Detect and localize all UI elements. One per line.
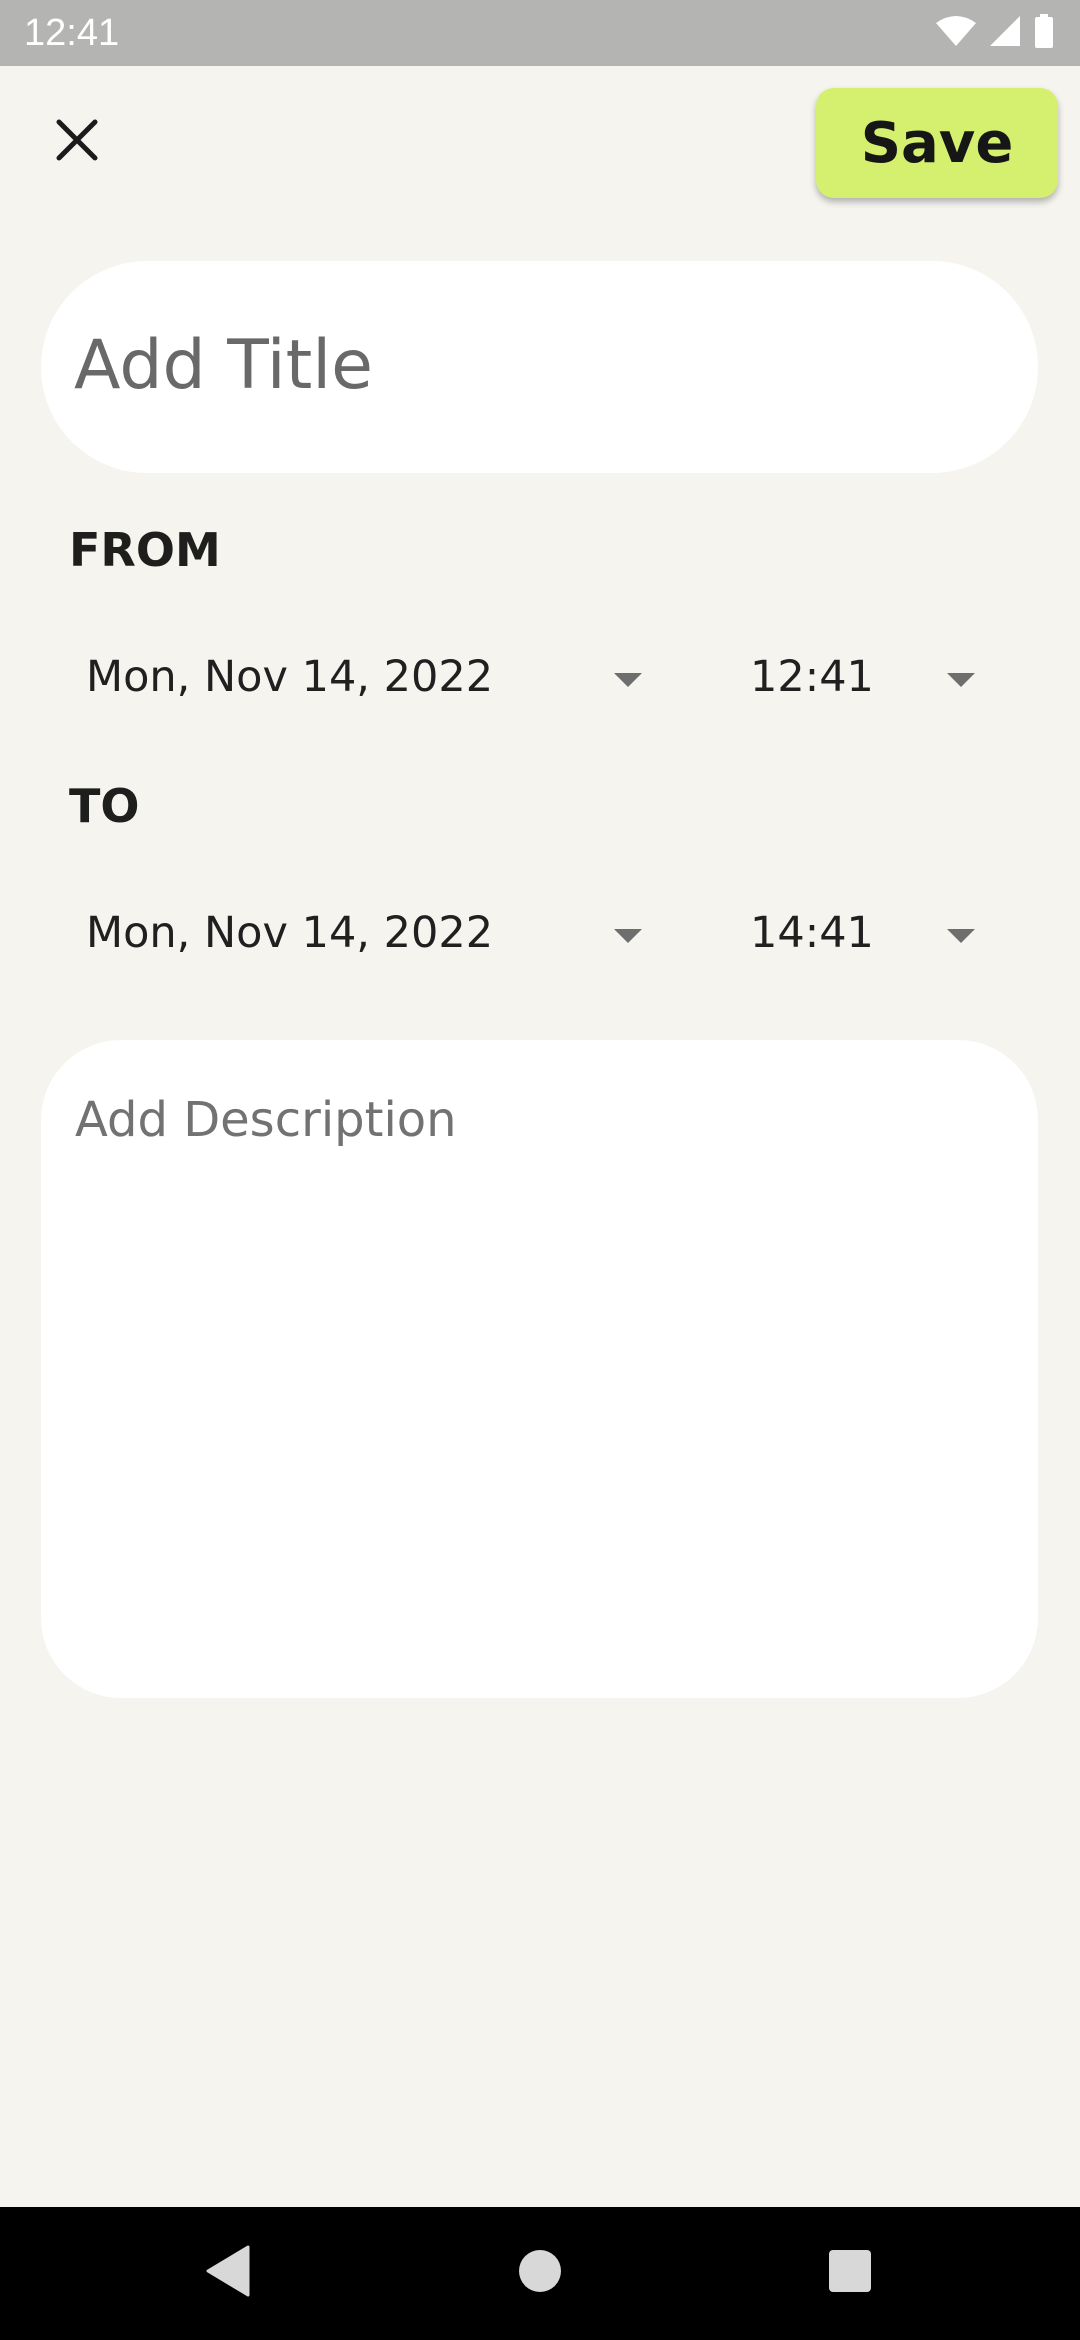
navigation-bar [0, 2207, 1080, 2340]
close-icon [55, 118, 99, 166]
cellular-signal-icon [988, 15, 1022, 51]
wifi-icon [936, 15, 976, 51]
description-input[interactable]: Add Description [41, 1040, 1038, 1698]
to-time-chevron-down-icon[interactable] [947, 929, 975, 943]
status-bar: 12:41 [0, 0, 1080, 66]
home-button[interactable] [504, 2237, 576, 2309]
back-button[interactable] [192, 2237, 264, 2309]
title-input[interactable]: Add Title [41, 261, 1038, 473]
from-date-chevron-down-icon[interactable] [614, 673, 642, 687]
home-icon [517, 2248, 563, 2298]
from-time-chevron-down-icon[interactable] [947, 673, 975, 687]
status-icons [936, 14, 1054, 52]
battery-icon [1034, 14, 1054, 52]
close-button[interactable] [40, 105, 114, 179]
from-date-picker[interactable]: Mon, Nov 14, 2022 [86, 652, 493, 702]
back-icon [204, 2245, 252, 2301]
description-placeholder: Add Description [75, 1092, 457, 1148]
to-label: TO [69, 779, 140, 833]
status-time: 12:41 [24, 12, 120, 54]
to-date-picker[interactable]: Mon, Nov 14, 2022 [86, 908, 493, 958]
recents-button[interactable] [814, 2237, 886, 2309]
recents-icon [827, 2248, 873, 2298]
to-time-picker[interactable]: 14:41 [750, 908, 874, 958]
save-button[interactable]: Save [816, 88, 1058, 198]
to-date-chevron-down-icon[interactable] [614, 929, 642, 943]
from-label: FROM [69, 523, 221, 577]
from-time-picker[interactable]: 12:41 [750, 652, 874, 702]
title-placeholder: Add Title [74, 326, 373, 405]
